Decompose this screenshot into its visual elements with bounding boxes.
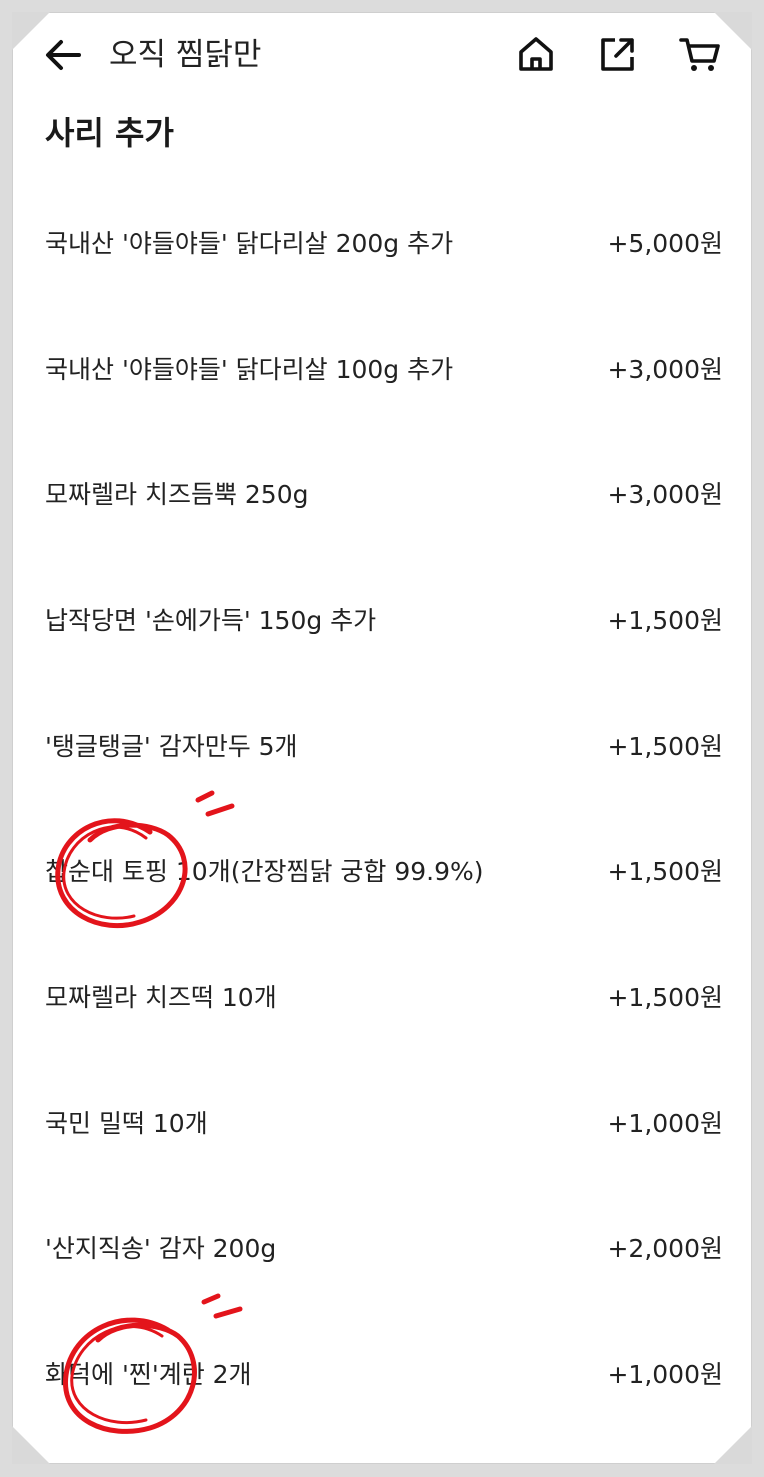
option-row[interactable]: 찹순대 토핑 10개(간장찜닭 궁합 99.9%) +1,500원 (13, 807, 751, 933)
option-row[interactable]: 국민 밀떡 10개 +1,000원 (13, 1059, 751, 1185)
option-name: 국내산 '야들야들' 닭다리살 100g 추가 (45, 354, 454, 384)
option-name: 국내산 '야들야들' 닭다리살 200g 추가 (45, 228, 454, 258)
option-name: '탱글탱글' 감자만두 5개 (45, 731, 298, 761)
option-name: 국민 밀떡 10개 (45, 1108, 208, 1138)
option-price: +2,000원 (607, 1234, 723, 1264)
option-list: 국내산 '야들야들' 닭다리살 200g 추가 +5,000원 국내산 '야들야… (13, 179, 751, 1436)
option-price: +1,500원 (607, 982, 723, 1012)
home-button[interactable] (513, 31, 559, 77)
share-button[interactable] (595, 31, 641, 77)
top-app-bar: 오직 찜닭만 (13, 13, 751, 97)
option-name: 화덕에 '찐'계란 2개 (45, 1360, 252, 1390)
option-name: 찹순대 토핑 10개(간장찜닭 궁합 99.9%) (45, 857, 484, 887)
option-row[interactable]: 모짜렐라 치즈듬뿍 250g +3,000원 (13, 430, 751, 556)
option-price: +3,000원 (607, 480, 723, 510)
option-name: '산지직송' 감자 200g (45, 1234, 277, 1264)
app-screen: 오직 찜닭만 사리 추가 국내산 '야들야들' 닭다리살 200g 추가 +5,… (12, 12, 752, 1464)
corner-fold (12, 1426, 50, 1464)
option-row[interactable]: 화덕에 '찐'계란 2개 +1,000원 (13, 1310, 751, 1436)
home-icon (519, 37, 553, 71)
option-price: +3,000원 (607, 354, 723, 384)
option-price: +1,000원 (607, 1360, 723, 1390)
option-price: +5,000원 (607, 228, 723, 258)
section-title: 사리 추가 (45, 114, 174, 152)
option-name: 모짜렐라 치즈듬뿍 250g (45, 480, 309, 510)
option-price: +1,500원 (607, 731, 723, 761)
option-name: 모짜렐라 치즈떡 10개 (45, 982, 277, 1012)
option-price: +1,500원 (607, 857, 723, 887)
option-row[interactable]: 납작당면 '손에가득' 150g 추가 +1,500원 (13, 556, 751, 682)
corner-fold (12, 12, 50, 50)
option-name: 납작당면 '손에가득' 150g 추가 (45, 605, 377, 635)
option-row[interactable]: 모짜렐라 치즈떡 10개 +1,500원 (13, 933, 751, 1059)
option-row[interactable]: '탱글탱글' 감자만두 5개 +1,500원 (13, 682, 751, 808)
store-title: 오직 찜닭만 (109, 37, 262, 73)
option-row[interactable]: '산지직송' 감자 200g +2,000원 (13, 1185, 751, 1311)
option-row[interactable]: 국내산 '야들야들' 닭다리살 100g 추가 +3,000원 (13, 305, 751, 431)
option-price: +1,500원 (607, 605, 723, 635)
option-row[interactable]: 국내산 '야들야들' 닭다리살 200g 추가 +5,000원 (13, 179, 751, 305)
share-icon (601, 38, 634, 71)
corner-fold (714, 12, 752, 50)
option-price: +1,000원 (607, 1108, 723, 1138)
corner-fold (714, 1426, 752, 1464)
